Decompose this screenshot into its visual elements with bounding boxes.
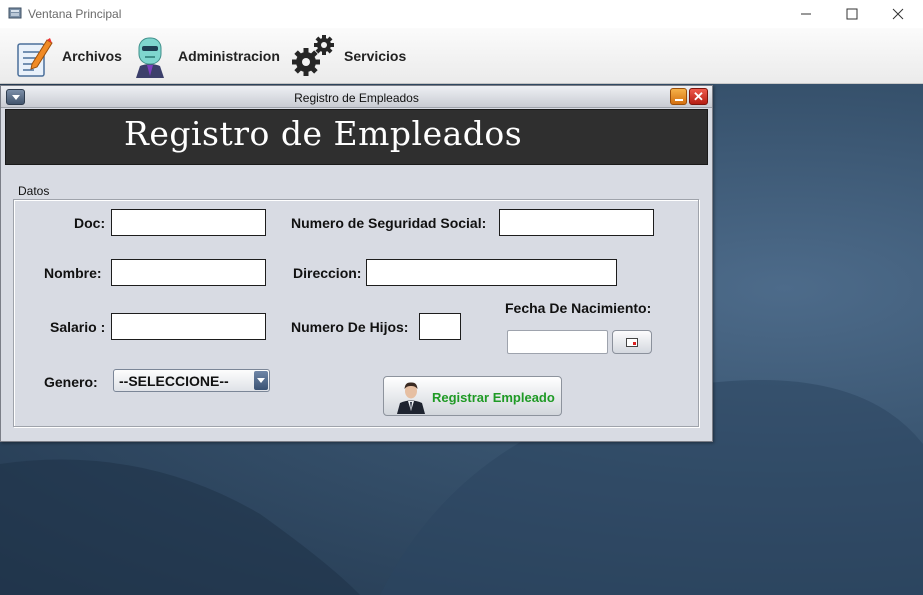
robot-admin-icon [136,37,164,78]
registrar-empleado-button[interactable]: Registrar Empleado [383,376,562,416]
minimize-icon [801,13,811,15]
menu-administracion[interactable]: Administracion [130,28,280,84]
direccion-field[interactable] [366,259,617,286]
doc-field[interactable] [111,209,266,236]
menubar: Archivos Administracion Servicios [0,28,923,84]
hijos-label: Numero De Hijos: [291,319,409,335]
menu-servicios-label: Servicios [344,48,407,64]
genero-label: Genero: [44,374,98,390]
frame-close-button[interactable]: ✕ [689,88,708,105]
genero-selected-value: --SELECCIONE-- [119,373,229,389]
menu-servicios[interactable]: Servicios [290,28,406,84]
form-header-banner: Registro de Empleados [5,109,708,165]
close-icon: ✕ [693,89,704,104]
internal-frame-registro: Registro de Empleados ✕ Registro de Empl… [0,85,713,442]
nombre-label: Nombre: [44,265,102,281]
menu-administracion-label: Administracion [178,48,280,64]
direccion-label: Direccion: [293,265,362,281]
internal-frame-title: Registro de Empleados [294,91,419,105]
gears-icon [292,35,334,76]
frame-minimize-button[interactable] [670,88,687,105]
os-titlebar: Ventana Principal [0,0,923,28]
internal-frame-titlebar[interactable]: Registro de Empleados ✕ [1,86,712,108]
window-maximize-button[interactable] [829,0,875,28]
salario-label: Salario : [50,319,106,335]
businessman-icon [397,382,425,414]
edit-document-icon [17,38,53,77]
fecha-field[interactable] [507,330,608,354]
nss-label: Numero de Seguridad Social: [291,215,487,231]
fecha-label: Fecha De Nacimiento: [505,300,652,316]
nombre-field[interactable] [111,259,266,286]
close-icon [892,8,904,20]
doc-label: Doc: [74,215,106,231]
registrar-empleado-label: Registrar Empleado [432,390,555,405]
menu-archivos-label: Archivos [62,48,122,64]
salario-field[interactable] [111,313,266,340]
chevron-down-icon[interactable] [254,371,268,390]
hijos-field[interactable] [419,313,461,340]
window-close-button[interactable] [875,0,921,28]
menu-archivos[interactable]: Archivos [14,28,122,84]
nss-field[interactable] [499,209,654,236]
maximize-icon [846,8,858,20]
app-window-icon [8,7,22,19]
form-header-title: Registro de Empleados [124,114,523,153]
date-picker-button[interactable] [612,330,652,354]
genero-select[interactable]: --SELECCIONE-- [113,369,270,392]
calendar-icon [626,338,638,347]
datos-panel-title: Datos [18,184,50,198]
window-minimize-button[interactable] [783,0,829,28]
window-title: Ventana Principal [28,7,122,21]
